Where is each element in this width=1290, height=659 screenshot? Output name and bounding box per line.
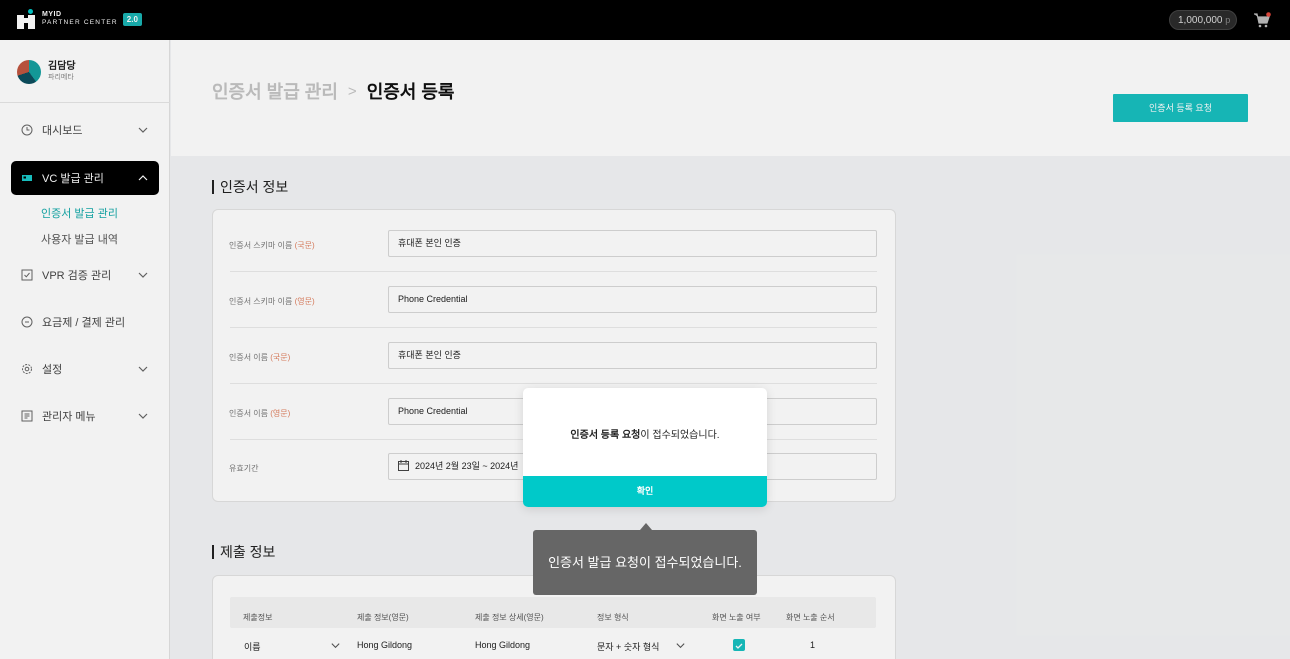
tooltip: 인증서 발급 요청이 접수되었습니다. bbox=[533, 530, 757, 595]
dialog-message: 인증서 등록 요청이 접수되었습니다. bbox=[570, 430, 720, 441]
tooltip-arrow bbox=[640, 523, 652, 530]
confirm-button[interactable]: 확인 bbox=[523, 476, 767, 507]
confirm-dialog: 인증서 등록 요청이 접수되었습니다. 확인 bbox=[523, 388, 767, 507]
